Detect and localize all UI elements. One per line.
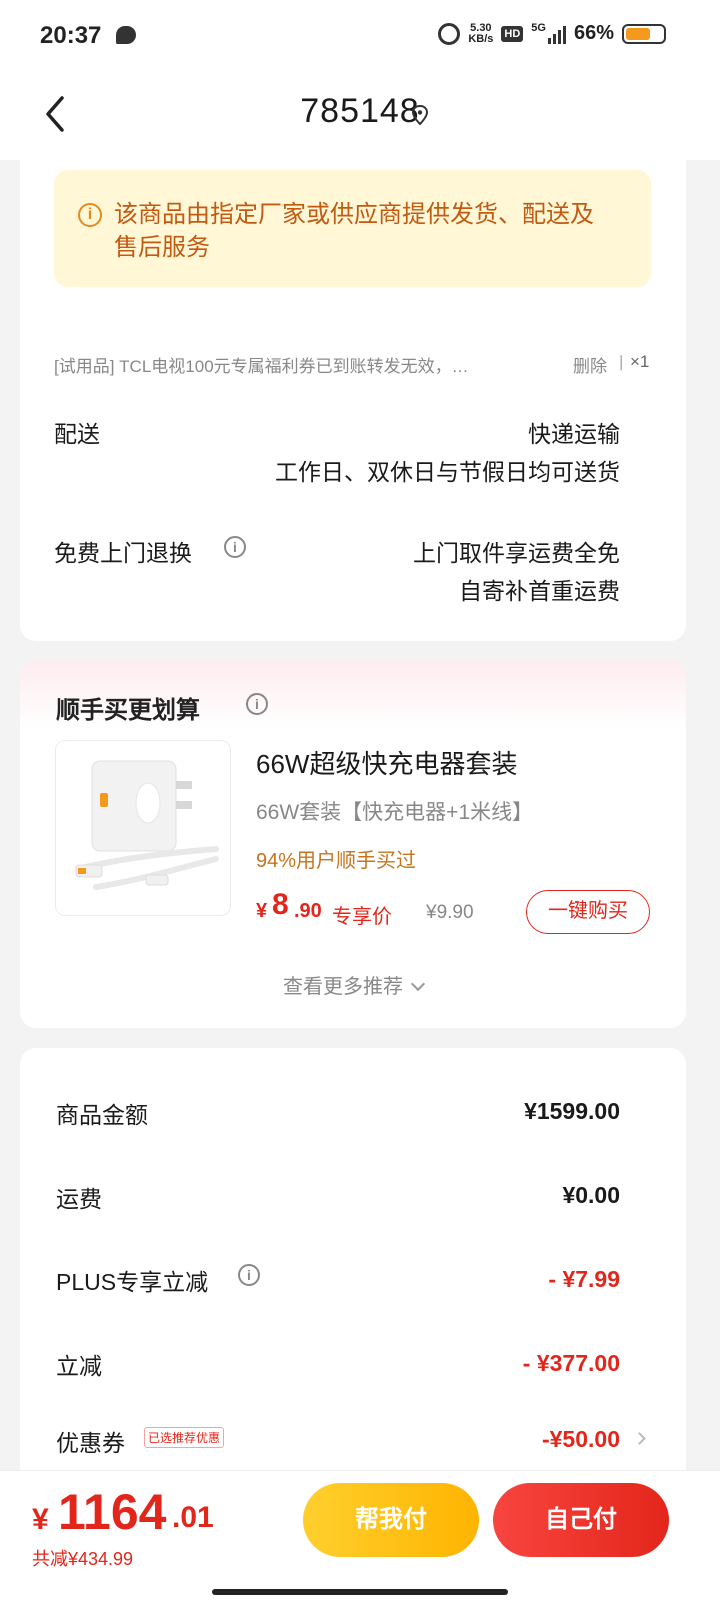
return-service-label: 免费上门退换: [54, 540, 192, 566]
fee-label-discount: 立减: [56, 1353, 102, 1379]
status-indicators: 5.30 KB/s HD 5G 66%: [438, 22, 666, 45]
trial-item-row: [试用品] TCL电视100元专属福利券已到账转发无效，… 删除 | ×1: [54, 348, 654, 378]
nav-header: 785148: [0, 76, 720, 160]
delivery-card: i 该商品由指定厂家或供应商提供发货、配送及售后服务 [试用品] TCL电视10…: [20, 150, 686, 641]
price-decimal: .90: [294, 900, 322, 922]
fee-label-shipping: 运费: [56, 1186, 102, 1212]
one-click-buy-button[interactable]: 一键购买: [526, 890, 650, 934]
fee-label-coupon[interactable]: 优惠券: [56, 1424, 125, 1458]
notice-text: 该商品由指定厂家或供应商提供发货、配送及售后服务: [114, 201, 594, 261]
trial-delete-link[interactable]: 删除: [573, 352, 607, 377]
total-currency: ¥: [32, 1503, 49, 1536]
fee-value-coupon[interactable]: -¥50.00: [542, 1426, 620, 1453]
hd-icon: HD: [501, 25, 524, 42]
checkout-bar: ¥ 1164 .01 共减¥434.99 帮我付 自己付: [0, 1470, 720, 1600]
net-speed: 5.30 KB/s: [468, 21, 494, 45]
recommend-title: 顺手买更划算: [56, 697, 200, 724]
status-time: 20:37: [40, 22, 102, 49]
more-recommend-label: 查看更多推荐: [283, 976, 403, 998]
fee-value-discount: - ¥377.00: [522, 1350, 620, 1376]
self-pay-button[interactable]: 自己付: [493, 1483, 669, 1557]
battery-icon: [622, 23, 666, 44]
recommend-card: 顺手买更划算 i 66W超级快充电器套装 66W套装【快充电器+1米线】 94%…: [20, 660, 686, 1028]
info-icon: i: [78, 203, 102, 227]
fee-value-plus: - ¥7.99: [548, 1266, 620, 1292]
more-recommend-link[interactable]: 查看更多推荐: [20, 970, 686, 999]
price-summary-card: 商品金额 ¥1599.00 运费 ¥0.00 PLUS专享立减 i - ¥7.9…: [20, 1048, 686, 1488]
fee-value-goods: ¥1599.00: [524, 1098, 620, 1124]
alarm-icon: [438, 22, 461, 45]
net-speed-unit: KB/s: [468, 32, 494, 45]
delivery-schedule: 工作日、双休日与节假日均可送货: [275, 459, 620, 485]
chevron-down-icon: [410, 976, 426, 992]
gesture-bar: [212, 1589, 508, 1595]
trial-quantity: ×1: [630, 352, 650, 371]
network-type: 5G: [531, 21, 546, 34]
chat-notification-icon: [116, 26, 136, 44]
product-spec: 66W套装【快充电器+1米线】: [256, 801, 534, 824]
fee-label-plus: PLUS专享立减: [56, 1269, 209, 1295]
chevron-right-icon[interactable]: [633, 1432, 646, 1445]
total-saved: 共减¥434.99: [32, 1549, 134, 1569]
charger-image-icon: [75, 760, 219, 890]
delivery-label: 配送: [54, 421, 100, 447]
status-bar: 20:37 5.30 KB/s HD 5G 66%: [0, 0, 720, 76]
page-title: 785148: [300, 92, 420, 130]
return-service-line1: 上门取件享运费全免: [413, 540, 620, 566]
product-image[interactable]: [55, 740, 231, 916]
signal-icon: [547, 24, 566, 44]
exclusive-price-tag: 专享价: [332, 906, 392, 928]
divider: |: [619, 352, 624, 371]
trial-item-text: [试用品] TCL电视100元专属福利券已到账转发无效，…: [54, 357, 469, 376]
battery-percent: 66%: [573, 22, 614, 44]
net-speed-value: 5.30: [470, 21, 492, 34]
return-service-line2: 自寄补首重运费: [459, 578, 620, 604]
total-integer: 1164: [58, 1484, 167, 1540]
fee-label-goods: 商品金额: [56, 1102, 148, 1128]
coupon-badge: 已选推荐优惠: [144, 1427, 225, 1448]
plus-info-icon[interactable]: i: [238, 1264, 260, 1286]
product-name[interactable]: 66W超级快充电器套装: [256, 744, 517, 781]
help-pay-button[interactable]: 帮我付: [303, 1483, 479, 1557]
price-integer: 8: [272, 888, 289, 921]
price-currency: ¥: [256, 900, 268, 922]
delivery-method[interactable]: 快递运输: [528, 415, 620, 449]
social-proof: 94%用户顺手买过: [256, 850, 417, 872]
fee-value-shipping: ¥0.00: [562, 1182, 620, 1208]
return-info-icon[interactable]: i: [224, 536, 246, 558]
supplier-notice: i 该商品由指定厂家或供应商提供发货、配送及售后服务: [54, 170, 651, 287]
location-pin-icon[interactable]: [410, 104, 430, 126]
total-decimal: .01: [172, 1501, 214, 1534]
recommend-info-icon[interactable]: i: [246, 693, 268, 715]
original-price: ¥9.90: [426, 902, 474, 923]
